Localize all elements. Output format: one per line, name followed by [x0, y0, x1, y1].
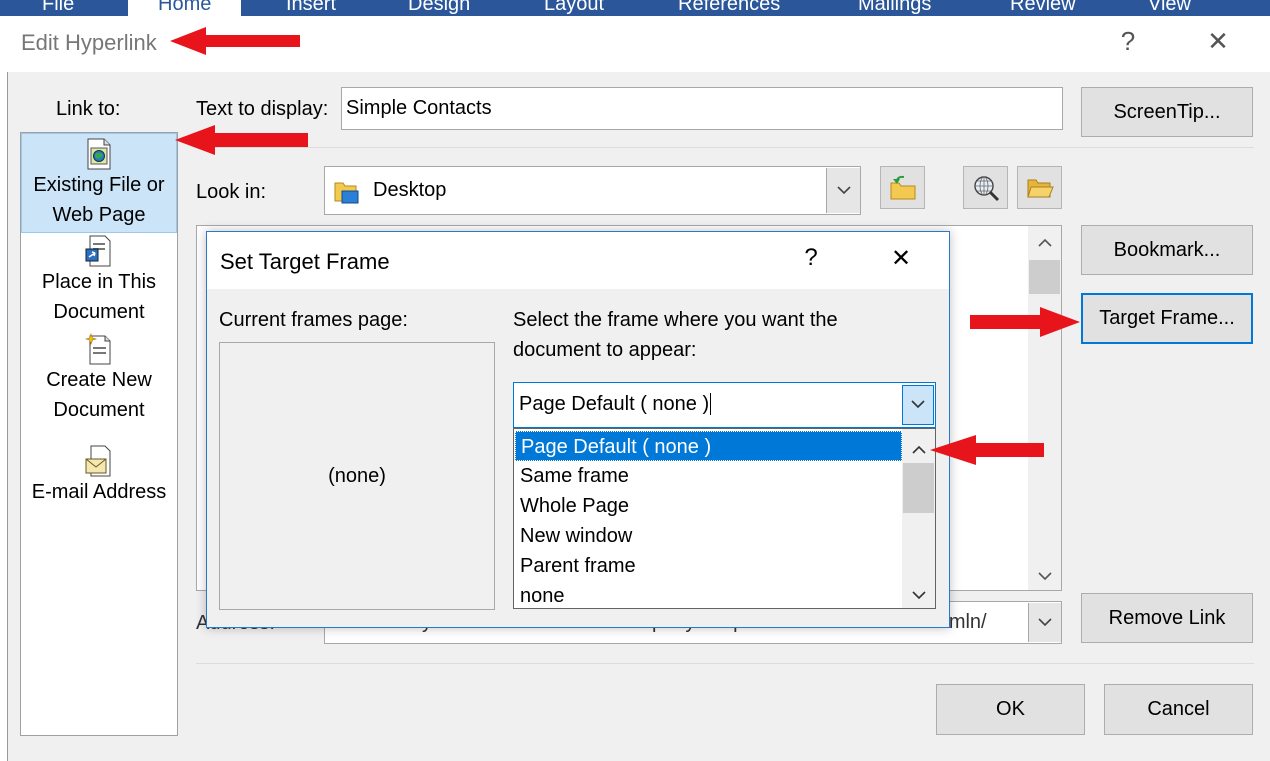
select-frame-label-line1: Select the frame where you want the — [513, 309, 838, 331]
look-in-label: Look in: — [196, 181, 267, 203]
link-option-place-line1: Place in This — [41, 271, 157, 293]
link-option-place-line2: Document — [53, 301, 145, 323]
target-frame-button[interactable]: Target Frame... — [1081, 293, 1253, 344]
tab-review[interactable]: Review — [1010, 0, 1076, 16]
frame-option-page-default[interactable]: Page Default ( none ) — [515, 431, 902, 461]
tab-view[interactable]: View — [1148, 0, 1191, 16]
link-option-create-line1: Create New — [46, 369, 152, 391]
link-option-create-new-document[interactable]: Create New Document — [21, 333, 177, 431]
link-to-label: Link to: — [56, 98, 121, 120]
text-to-display-input[interactable]: Simple Contacts — [341, 87, 1063, 130]
globe-search-icon — [972, 174, 1000, 207]
text-to-display-label: Text to display: — [196, 98, 329, 120]
frame-option-new-window[interactable]: New window — [515, 521, 902, 551]
tab-references[interactable]: References — [678, 0, 780, 16]
bookmark-button[interactable]: Bookmark... — [1081, 225, 1253, 275]
chevron-down-icon — [911, 396, 925, 414]
link-option-create-line2: Document — [53, 399, 145, 421]
dialog-title: Edit Hyperlink — [21, 30, 157, 55]
annotation-arrow-title — [170, 27, 300, 55]
open-folder-icon — [1026, 175, 1054, 206]
web-file-icon — [85, 138, 113, 170]
file-list-scrollbar[interactable] — [1028, 226, 1061, 590]
email-icon — [85, 445, 113, 477]
desktop-folder-icon — [334, 179, 360, 205]
address-dropdown-button[interactable] — [1028, 603, 1061, 642]
tab-layout[interactable]: Layout — [544, 0, 604, 16]
frame-combobox-value: Page Default ( none ) — [519, 393, 710, 415]
ribbon-bar: File Home Insert Design Layout Reference… — [0, 0, 1270, 16]
frame-option-none[interactable]: none — [515, 581, 902, 608]
remove-link-button[interactable]: Remove Link — [1081, 593, 1253, 643]
frame-combobox[interactable]: Page Default ( none ) — [513, 382, 936, 428]
look-in-select[interactable]: Desktop — [324, 166, 861, 215]
current-frames-preview: (none) — [219, 342, 495, 610]
annotation-arrow-target-frame — [970, 307, 1080, 337]
current-frames-value: (none) — [328, 464, 386, 487]
help-button[interactable]: ? — [1108, 26, 1148, 57]
ok-button[interactable]: OK — [936, 684, 1085, 735]
scroll-down-icon[interactable] — [1028, 568, 1061, 586]
frame-option-parent-frame[interactable]: Parent frame — [515, 551, 902, 581]
browse-file-button[interactable] — [1017, 166, 1062, 209]
annotation-arrow-existing-file — [175, 125, 308, 155]
link-option-email-line1: E-mail Address — [31, 481, 167, 503]
frame-option-whole-page[interactable]: Whole Page — [515, 491, 902, 521]
browse-web-button[interactable] — [963, 166, 1008, 209]
link-to-panel: Existing File or Web Page Place in This … — [20, 132, 178, 736]
tab-file[interactable]: File — [42, 0, 74, 16]
frame-option-same-frame[interactable]: Same frame — [515, 461, 902, 491]
separator-bottom — [196, 663, 1254, 664]
target-frame-help-button[interactable]: ? — [791, 244, 831, 272]
link-option-existing-file[interactable]: Existing File or Web Page — [21, 133, 177, 233]
scroll-up-icon[interactable] — [1028, 234, 1061, 252]
tab-design[interactable]: Design — [408, 0, 470, 16]
current-frames-label: Current frames page: — [219, 309, 408, 331]
look-in-dropdown-button[interactable] — [826, 168, 860, 213]
frame-dropdown-button[interactable] — [902, 385, 934, 425]
up-one-folder-button[interactable] — [880, 166, 925, 209]
scroll-thumb[interactable] — [903, 463, 934, 513]
tab-insert[interactable]: Insert — [286, 0, 336, 16]
frame-dropdown-list[interactable]: Page Default ( none ) Same frame Whole P… — [513, 428, 936, 609]
tab-mailings[interactable]: Mailings — [858, 0, 931, 16]
tab-home[interactable]: Home — [128, 0, 242, 16]
chevron-down-icon — [1038, 614, 1052, 632]
link-option-email-address[interactable]: E-mail Address — [21, 445, 177, 515]
target-frame-close-button[interactable]: ✕ — [881, 244, 921, 273]
close-button[interactable]: ✕ — [1198, 26, 1238, 57]
annotation-arrow-page-default — [930, 435, 1044, 465]
link-option-existing-file-line2: Web Page — [52, 204, 146, 226]
link-option-place-in-document[interactable]: Place in This Document — [21, 235, 177, 331]
chevron-down-icon — [836, 182, 851, 200]
scroll-down-icon[interactable] — [902, 587, 935, 605]
document-place-icon — [85, 235, 113, 267]
screentip-button[interactable]: ScreenTip... — [1081, 87, 1253, 137]
folder-up-icon — [889, 174, 917, 207]
new-document-icon — [84, 333, 113, 365]
select-frame-label-line2: document to appear: — [513, 339, 697, 361]
separator-top — [196, 147, 1254, 148]
scroll-thumb[interactable] — [1029, 260, 1060, 294]
target-frame-title: Set Target Frame — [220, 249, 390, 274]
cancel-button[interactable]: Cancel — [1104, 684, 1253, 735]
link-option-existing-file-line1: Existing File or — [33, 174, 165, 196]
